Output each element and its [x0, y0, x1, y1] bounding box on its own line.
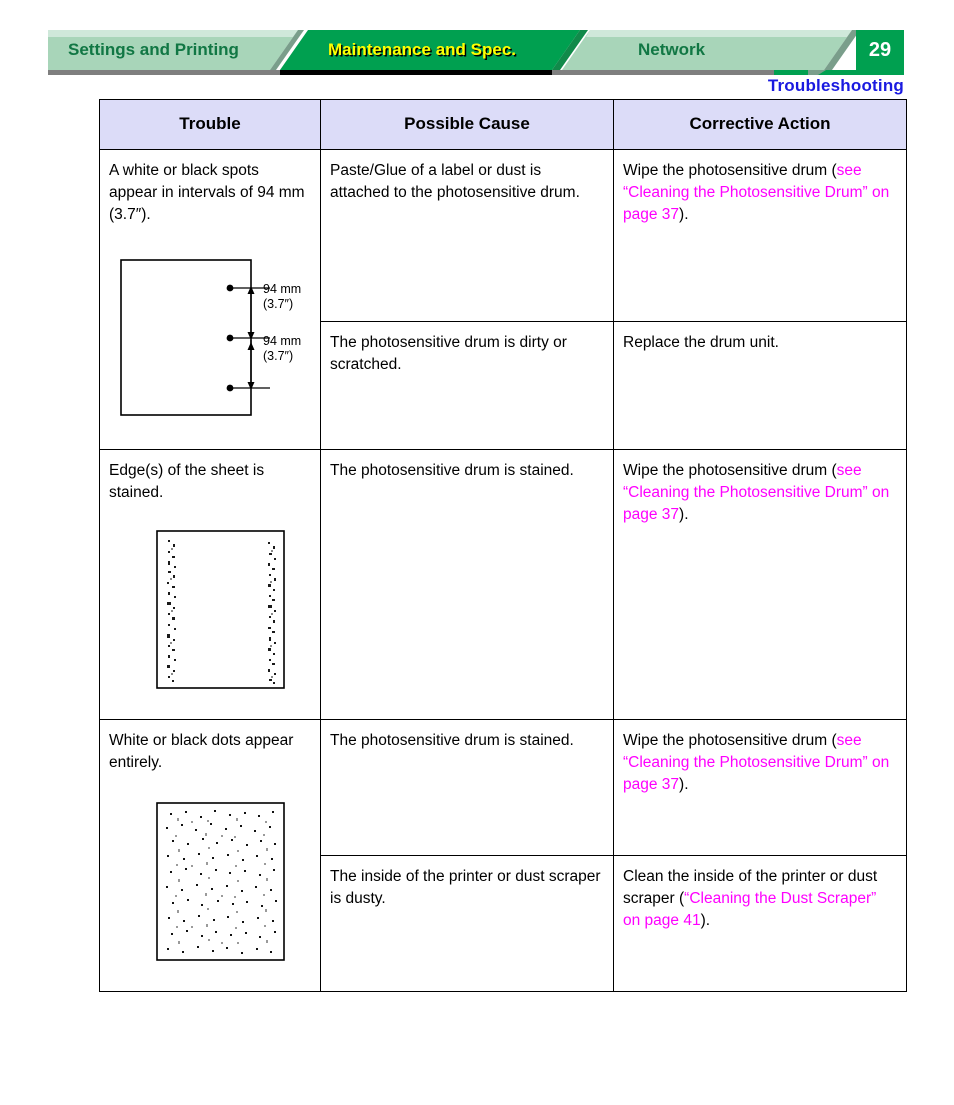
nav-tab-bar: Settings and Printing Maintenance and Sp… [48, 30, 904, 75]
action-text-post: ). [679, 206, 689, 223]
table-row: White or black dots appear entirely. The… [99, 719, 907, 992]
troubleshooting-table: Trouble Possible Cause Corrective Action… [99, 99, 907, 992]
table-row: Edge(s) of the sheet is stained. The pho… [99, 449, 907, 720]
column-header-corrective-action: Corrective Action [613, 99, 907, 150]
possible-cause-cell: The photosensitive drum is dirty or scra… [320, 321, 614, 450]
trouble-text: Edge(s) of the sheet is stained. [109, 462, 265, 501]
section-title: Troubleshooting [767, 76, 904, 95]
nav-tab-maintenance-and-spec[interactable]: Maintenance and Spec. [280, 30, 580, 70]
possible-cause-cell: The inside of the printer or dust scrape… [320, 855, 614, 992]
interval-spots-diagram: 94 mm (3.7″) 94 mm (3.7″) [120, 256, 311, 433]
action-text-pre: Wipe the photosensitive drum ( [623, 162, 837, 179]
dimension-label-top: 94 mm (3.7″) [263, 282, 302, 312]
possible-cause-cell: The photosensitive drum is stained. [320, 449, 614, 720]
action-text-post: ). [679, 506, 689, 523]
page-header: Settings and Printing Maintenance and Sp… [0, 0, 954, 95]
trouble-cell: A white or black spots appear in interva… [99, 149, 321, 450]
corrective-action-cell: Replace the drum unit. [613, 321, 907, 450]
table-row: A white or black spots appear in interva… [99, 148, 907, 450]
table-header-row: Trouble Possible Cause Corrective Action [99, 99, 907, 150]
action-text-pre: Wipe the photosensitive drum ( [623, 462, 837, 479]
action-text-post: ). [679, 776, 689, 793]
trouble-cell: Edge(s) of the sheet is stained. [99, 449, 321, 720]
edge-stained-page-svg [156, 530, 285, 689]
document-page: Settings and Printing Maintenance and Sp… [0, 0, 954, 1105]
corrective-action-cell: Wipe the photosensitive drum (see “Clean… [613, 719, 907, 856]
trouble-text: A white or black spots appear in interva… [109, 162, 305, 223]
scattered-dots-page-diagram [156, 802, 311, 969]
scattered-dots-page-svg [156, 802, 285, 961]
trouble-text: White or black dots appear entirely. [109, 732, 294, 771]
nav-tab-label: Settings and Printing [68, 40, 239, 59]
corrective-action-cell: Wipe the photosensitive drum (see “Clean… [613, 449, 907, 720]
column-header-trouble: Trouble [99, 99, 321, 150]
possible-cause-cell: Paste/Glue of a label or dust is attache… [320, 148, 614, 323]
nav-tab-highlight-settings [48, 30, 298, 37]
possible-cause-cell: The photosensitive drum is stained. [320, 719, 614, 856]
dimension-label-bottom: 94 mm (3.7″) [263, 334, 302, 364]
action-text-pre: Replace the drum unit. [623, 334, 779, 352]
edge-stained-page-diagram [156, 530, 311, 697]
nav-bar-shadow-right [774, 70, 904, 75]
action-text-pre: Wipe the photosensitive drum ( [623, 732, 837, 749]
action-text-post: ). [700, 912, 711, 929]
trouble-cell: White or black dots appear entirely. [99, 719, 321, 992]
page-number-badge: 29 [856, 30, 904, 70]
corrective-action-cell: Clean the inside of the printer or dust … [613, 855, 907, 992]
nav-tab-label: Maintenance and Spec. [328, 40, 516, 59]
column-header-possible-cause: Possible Cause [320, 99, 614, 150]
nav-bar-shadow-active [280, 70, 552, 75]
corrective-action-cell: Wipe the photosensitive drum (see “Clean… [613, 148, 907, 323]
nav-tab-label: Network [638, 40, 706, 59]
nav-tab-highlight-network [586, 30, 852, 37]
